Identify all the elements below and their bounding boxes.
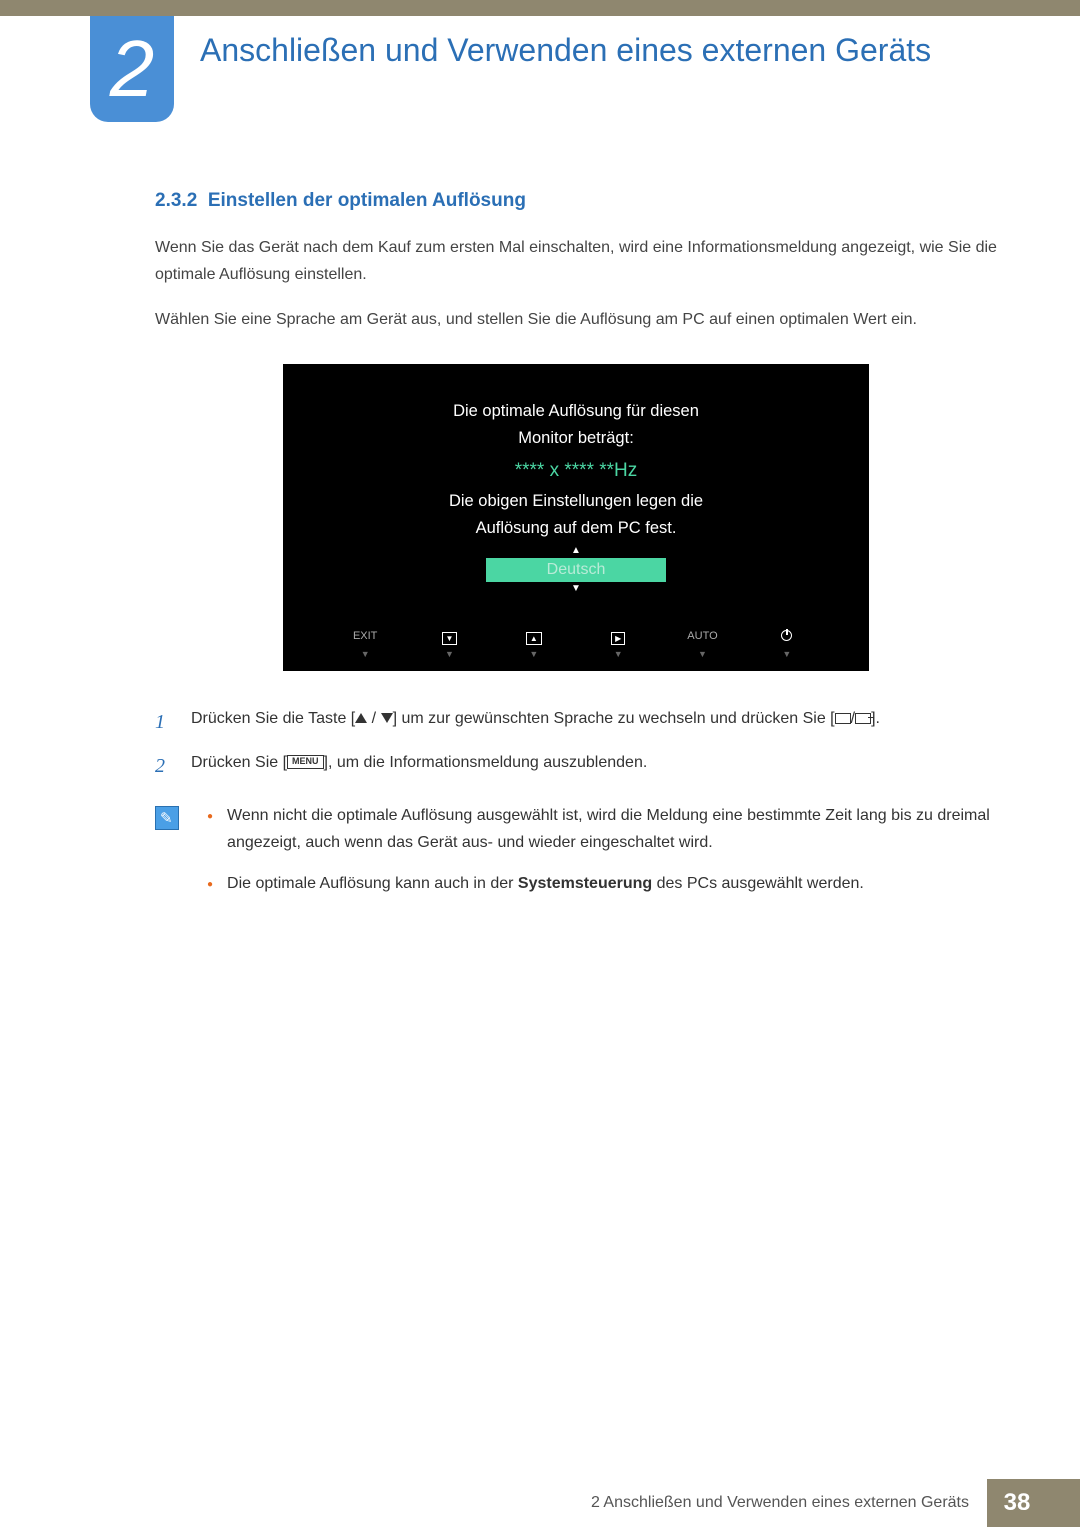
text-bold: Systemsteuerung: [518, 875, 652, 892]
osd-language-value: Deutsch: [486, 558, 666, 582]
note-text: Die optimale Auflösung kann auch in der …: [227, 870, 864, 897]
note-list: ● Wenn nicht die optimale Auflösung ausg…: [207, 802, 997, 912]
note-item: ● Wenn nicht die optimale Auflösung ausg…: [207, 802, 997, 856]
osd-down-icon: ▼: [407, 630, 491, 645]
page-content: 2.3.2 Einstellen der optimalen Auflösung…: [155, 190, 997, 911]
step-number: 2: [155, 750, 191, 782]
text-fragment: ], um die Informationsmeldung auszublend…: [324, 754, 648, 771]
note-item: ● Die optimale Auflösung kann auch in de…: [207, 870, 997, 897]
up-down-arrow-icon: /: [355, 706, 392, 732]
tick-icon: ▼: [492, 649, 576, 659]
menu-button-icon: MENU: [287, 755, 324, 769]
text-fragment: Drücken Sie [: [191, 754, 287, 771]
text-fragment: des PCs ausgewählt werden.: [652, 875, 864, 892]
page-footer: 2 Anschließen und Verwenden eines extern…: [0, 1479, 1080, 1527]
step-text: Drücken Sie die Taste [ / ] um zur gewün…: [191, 706, 880, 732]
osd-text-line: Die obigen Einstellungen legen die: [313, 492, 839, 511]
footer-chapter-label: 2 Anschließen und Verwenden eines extern…: [591, 1479, 987, 1527]
note-box: ● Wenn nicht die optimale Auflösung ausg…: [155, 802, 997, 912]
step-1: 1 Drücken Sie die Taste [ / ] um zur gew…: [155, 706, 997, 738]
step-2: 2 Drücken Sie [MENU], um die Information…: [155, 750, 997, 782]
osd-exit-label: EXIT: [323, 630, 407, 645]
bullet-icon: ●: [207, 876, 213, 897]
paragraph-1: Wenn Sie das Gerät nach dem Kauf zum ers…: [155, 234, 997, 288]
tick-icon: ▼: [323, 649, 407, 659]
source-enter-icon: /: [835, 706, 871, 732]
text-fragment: Die optimale Auflösung kann auch in der: [227, 875, 518, 892]
tick-icon: ▼: [407, 649, 491, 659]
osd-play-icon: ▶: [576, 630, 660, 645]
tick-icon: ▼: [660, 649, 744, 659]
section-title: Einstellen der optimalen Auflösung: [208, 190, 526, 211]
section-number: 2.3.2: [155, 190, 197, 211]
step-list: 1 Drücken Sie die Taste [ / ] um zur gew…: [155, 706, 997, 782]
osd-language-selector: ▲ Deutsch ▼: [313, 546, 839, 594]
chapter-header: 2 Anschließen und Verwenden eines extern…: [90, 16, 1080, 122]
bullet-icon: ●: [207, 808, 213, 856]
osd-auto-label: AUTO: [660, 630, 744, 645]
osd-text-line: Monitor beträgt:: [313, 429, 839, 448]
arrow-down-icon: ▼: [313, 584, 839, 594]
osd-screenshot: Die optimale Auflösung für diesen Monito…: [283, 364, 869, 671]
osd-tick-row: ▼ ▼ ▼ ▼ ▼ ▼: [313, 649, 839, 659]
osd-button-row: EXIT ▼ ▲ ▶ AUTO: [313, 630, 839, 645]
chapter-title: Anschließen und Verwenden eines externen…: [200, 30, 931, 70]
step-text: Drücken Sie [MENU], um die Informationsm…: [191, 750, 647, 776]
note-text: Wenn nicht die optimale Auflösung ausgew…: [227, 802, 997, 856]
top-bar: [0, 0, 1080, 16]
tick-icon: ▼: [576, 649, 660, 659]
text-fragment: Drücken Sie die Taste [: [191, 710, 355, 727]
chapter-number-badge: 2: [90, 16, 174, 122]
paragraph-2: Wählen Sie eine Sprache am Gerät aus, un…: [155, 306, 997, 333]
tick-icon: ▼: [745, 649, 829, 659]
footer-page-number: 38: [987, 1479, 1047, 1527]
footer-edge: [1047, 1479, 1080, 1527]
osd-text-line: Die optimale Auflösung für diesen: [313, 402, 839, 421]
text-fragment: ] um zur gewünschten Sprache zu wechseln…: [393, 710, 835, 727]
osd-power-icon: [745, 630, 829, 645]
osd-resolution-value: **** x **** **Hz: [313, 460, 839, 482]
osd-up-icon: ▲: [492, 630, 576, 645]
note-icon: [155, 806, 179, 830]
section-heading: 2.3.2 Einstellen der optimalen Auflösung: [155, 190, 997, 212]
step-number: 1: [155, 706, 191, 738]
osd-text-line: Auflösung auf dem PC fest.: [313, 519, 839, 538]
arrow-up-icon: ▲: [313, 546, 839, 556]
